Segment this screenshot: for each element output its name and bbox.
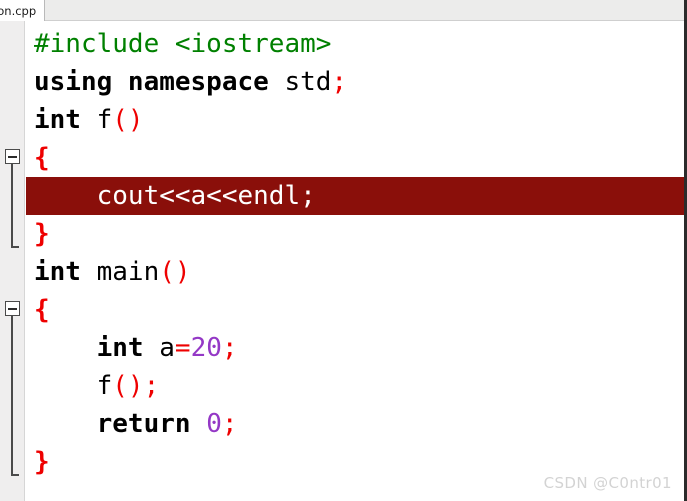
code-token: int [34, 105, 97, 135]
code-line[interactable]: int f() [26, 101, 684, 139]
editor-gutter[interactable] [0, 21, 25, 501]
code-token: f [96, 371, 113, 401]
code-editor[interactable]: #include <iostream> using namespace std; i… [0, 21, 684, 501]
code-line[interactable]: { [26, 139, 684, 177]
code-token: ; [221, 333, 238, 363]
code-token: std [284, 67, 332, 97]
code-token: using namespace [34, 67, 285, 97]
code-token: int [34, 257, 97, 287]
fold-guide-line [11, 164, 13, 246]
code-token: #include <iostream> [34, 29, 332, 59]
code-token: cout<<a<<endl; [34, 181, 316, 211]
tab-lesson-cpp[interactable]: lesson.cpp [0, 0, 46, 21]
code-line[interactable]: f(); [26, 367, 684, 405]
code-token: } [34, 219, 50, 249]
code-token: = [174, 333, 191, 363]
fold-collapse-icon[interactable] [5, 149, 20, 164]
code-content[interactable]: #include <iostream> using namespace std; i… [26, 21, 684, 501]
code-line[interactable]: #include <iostream> [26, 25, 684, 63]
csdn-watermark: CSDN @C0ntr01 [543, 474, 672, 492]
fold-collapse-icon[interactable] [5, 301, 20, 316]
code-token: return [96, 409, 207, 439]
fold-end-marker [11, 246, 19, 248]
fold-region [5, 301, 20, 476]
editor-window: lesson.cpp #include <iostream> using name… [0, 0, 687, 501]
code-line[interactable]: } [26, 215, 684, 253]
tab-label: lesson.cpp [0, 3, 37, 18]
fold-guide-line [11, 316, 13, 474]
code-token: () [159, 257, 191, 287]
code-token: ; [331, 67, 348, 97]
fold-region [5, 149, 20, 248]
code-token: f [96, 105, 113, 135]
code-token: (); [112, 371, 160, 401]
code-token: a [159, 333, 175, 363]
code-line[interactable]: int main() [26, 253, 684, 291]
code-token: 20 [190, 333, 222, 363]
code-line-error[interactable]: cout<<a<<endl; [26, 177, 684, 215]
fold-end-marker [11, 474, 19, 476]
code-line[interactable]: return 0; [26, 405, 684, 443]
code-token: } [34, 447, 50, 477]
code-token: () [112, 105, 144, 135]
code-token: ; [221, 409, 238, 439]
tab-bar: lesson.cpp [0, 0, 684, 21]
code-line[interactable]: int a=20; [26, 329, 684, 367]
code-line[interactable]: { [26, 291, 684, 329]
code-line[interactable]: using namespace std; [26, 63, 684, 101]
code-token: 0 [206, 409, 222, 439]
code-token: { [34, 143, 50, 173]
code-token: main [96, 257, 160, 287]
code-token: { [34, 295, 50, 325]
code-token: int [96, 333, 160, 363]
